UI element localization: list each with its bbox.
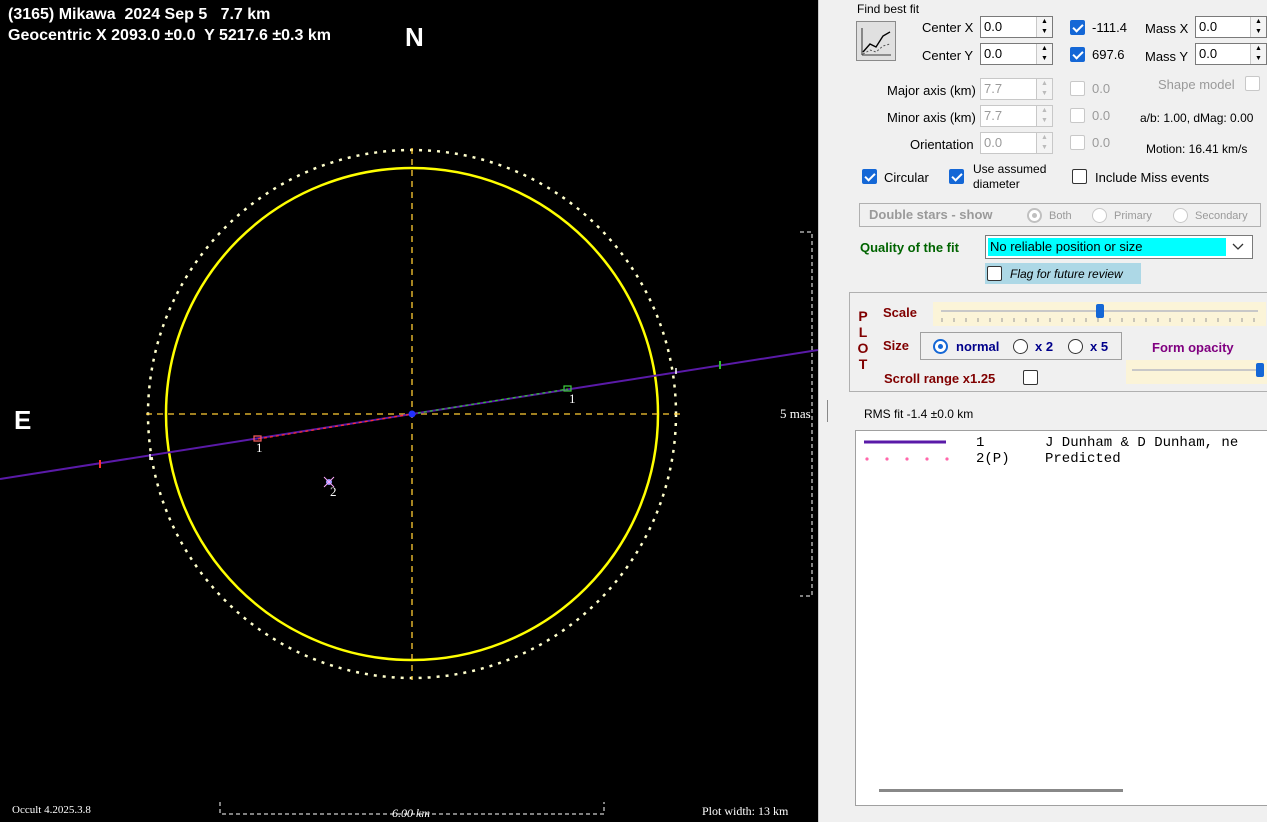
shape-model-label: Shape model [1158, 77, 1235, 92]
form-opacity-slider[interactable] [1126, 360, 1267, 384]
size-normal-radio[interactable] [933, 339, 948, 354]
center-y-label: Center Y [922, 48, 974, 63]
center-x-input[interactable]: 0.0 ▲ ▼ [980, 16, 1053, 38]
size-x2-label: x 2 [1035, 339, 1054, 354]
legend-row-2-number: 2(P) [976, 451, 1010, 467]
flag-review-label: Flag for future review [1010, 267, 1123, 281]
center-x-checkbox[interactable] [1070, 20, 1085, 35]
chord-legend-list[interactable]: 1 J Dunham & D Dunham, ne 2(P) Predicted [855, 430, 1267, 806]
version-label: Occult 4.2025.3.8 [12, 804, 91, 816]
double-stars-primary-label: Primary [1114, 210, 1152, 222]
size-x2-radio[interactable] [1013, 339, 1028, 354]
quality-label: Quality of the fit [860, 240, 959, 255]
center-point [408, 410, 416, 418]
rms-fit-readout: RMS fit -1.4 ±0.0 km [864, 407, 974, 421]
plot-side-label: P L O T [857, 308, 869, 372]
scale-label: Scale [883, 305, 917, 320]
control-panel: Find best fit Center X 0.0 ▲ ▼ -111.4 Mass… [818, 0, 1267, 822]
orientation-result: 0.0 [1092, 135, 1111, 150]
plot-graphics [0, 148, 818, 815]
include-miss-label: Include Miss events [1095, 170, 1210, 185]
legend-swatches [864, 440, 949, 461]
scale-slider-thumb[interactable] [1095, 304, 1104, 318]
size-label: Size [883, 338, 910, 353]
find-best-fit-group-label: Find best fit [857, 2, 920, 16]
quality-selected-value: No reliable position or size [988, 238, 1226, 256]
scale-slider-ticks [941, 318, 1255, 322]
ab-dmag-readout: a/b: 1.00, dMag: 0.00 [1140, 111, 1254, 125]
major-axis-result: 0.0 [1092, 81, 1111, 96]
double-stars-secondary-radio[interactable] [1173, 208, 1188, 223]
mass-x-input[interactable]: 0.0 ▲ ▼ [1195, 16, 1267, 38]
chevron-down-icon [1232, 243, 1244, 250]
center-x-label: Center X [922, 20, 974, 35]
size-normal-label: normal [956, 339, 1000, 354]
legend-row-1-text: J Dunham & D Dunham, ne [1045, 435, 1239, 451]
circular-label: Circular [884, 170, 929, 185]
event-title: (3165) Mikawa 2024 Sep 5 7.7 km [8, 6, 271, 23]
center-y-result: 697.6 [1092, 47, 1125, 62]
chart-line-icon [861, 28, 891, 56]
predicted-label: 2 [330, 484, 337, 499]
mass-x-label: Mass X [1145, 21, 1189, 36]
size-x5-label: x 5 [1090, 339, 1109, 354]
north-label: N [405, 22, 424, 52]
minor-axis-checkbox[interactable] [1070, 108, 1085, 123]
minor-axis-result: 0.0 [1092, 108, 1111, 123]
form-opacity-thumb[interactable] [1256, 363, 1264, 377]
occultation-plot[interactable]: (3165) Mikawa 2024 Sep 5 7.7 km Geocentr… [0, 0, 818, 822]
include-miss-checkbox[interactable] [1072, 169, 1087, 184]
splitter[interactable] [827, 400, 828, 422]
shape-model-checkbox[interactable] [1245, 76, 1260, 91]
orientation-checkbox[interactable] [1070, 135, 1085, 150]
legend-row-2-text: Predicted [1045, 451, 1121, 467]
double-stars-primary-radio[interactable] [1092, 208, 1107, 223]
use-assumed-diameter-label: Use assumed diameter [973, 162, 1047, 191]
motion-readout: Motion: 16.41 km/s [1146, 142, 1248, 156]
geocentric-coordinates: Geocentric X 2093.0 ±0.0 Y 5217.6 ±0.3 k… [8, 27, 331, 44]
center-y-input[interactable]: 0.0 ▲ ▼ [980, 43, 1053, 65]
use-assumed-diameter-checkbox[interactable] [949, 169, 964, 184]
major-axis-checkbox[interactable] [1070, 81, 1085, 96]
legend-row-1[interactable]: 1 [976, 435, 984, 451]
distance-scale-label: 6.00 km [392, 806, 430, 820]
orientation-label: Orientation [910, 137, 974, 152]
double-stars-label: Double stars - show [869, 207, 993, 222]
mass-y-input[interactable]: 0.0 ▲ ▼ [1195, 43, 1267, 65]
center-y-checkbox[interactable] [1070, 47, 1085, 62]
legend-horizontal-scrollbar[interactable] [879, 789, 1123, 792]
legend-row-1-number: 1 [976, 435, 985, 451]
center-x-result: -111.4 [1092, 20, 1127, 35]
mass-y-label: Mass Y [1145, 49, 1189, 64]
form-opacity-label: Form opacity [1152, 340, 1234, 355]
double-stars-both-radio[interactable] [1027, 208, 1042, 223]
predicted-swatch [865, 457, 949, 461]
east-label: E [14, 405, 32, 435]
plot-width-label: Plot width: 13 km [702, 804, 789, 818]
minor-axis-label: Minor axis (km) [887, 110, 976, 125]
orientation-input[interactable]: 0.0 ▲ ▼ [980, 132, 1053, 154]
scroll-range-checkbox[interactable] [1023, 370, 1038, 385]
size-x5-radio[interactable] [1068, 339, 1083, 354]
chord-1-end-label: 1 [569, 391, 576, 406]
find-best-fit-button[interactable] [856, 21, 896, 61]
angular-scale-label: 5 mas [780, 406, 811, 421]
scale-slider[interactable] [933, 302, 1266, 326]
flag-review-checkbox[interactable] [987, 266, 1002, 281]
minor-axis-input[interactable]: 7.7 ▲ ▼ [980, 105, 1053, 127]
circular-checkbox[interactable] [862, 169, 877, 184]
legend-row-2[interactable]: 2(P) [976, 451, 1010, 467]
quality-dropdown[interactable]: No reliable position or size [985, 235, 1253, 259]
chord-1-label: 1 [256, 440, 263, 455]
double-stars-both-label: Both [1049, 210, 1072, 222]
scroll-range-label: Scroll range x1.25 [884, 371, 996, 386]
major-axis-label: Major axis (km) [887, 83, 976, 98]
major-axis-input[interactable]: 7.7 ▲ ▼ [980, 78, 1053, 100]
form-opacity-track [1132, 369, 1260, 371]
double-stars-secondary-label: Secondary [1195, 210, 1248, 222]
